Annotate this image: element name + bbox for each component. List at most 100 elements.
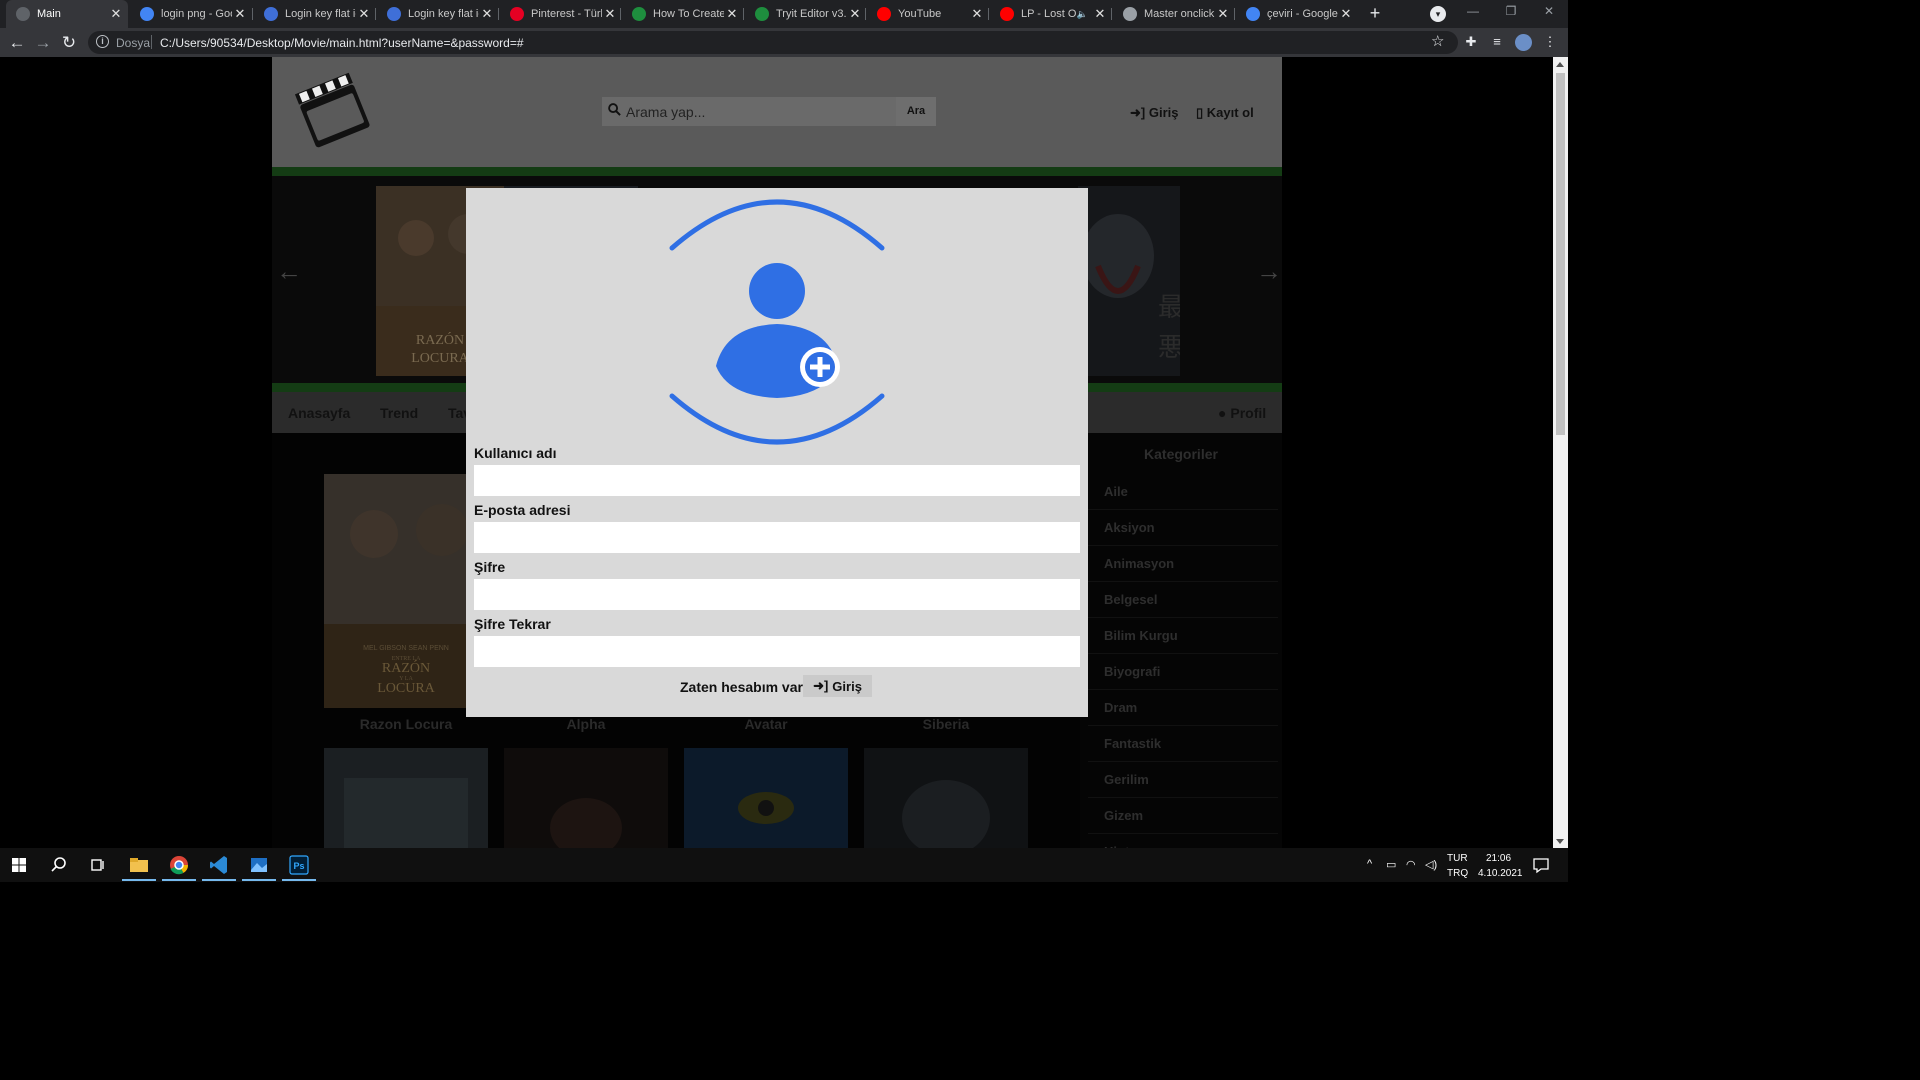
task-view-icon[interactable] [86,853,110,877]
movie-club-logo[interactable] [294,71,374,151]
poster-row2-avatar[interactable] [684,748,848,848]
back-icon[interactable]: ← [6,32,28,54]
browser-tab[interactable]: Login key flat ic ✕ [254,0,376,28]
category-item[interactable]: Animasyon [1104,556,1174,571]
browser-tab[interactable]: Pinterest - Türki ✕ [500,0,622,28]
close-tab-icon[interactable]: ✕ [108,6,124,22]
slider-next-arrow-icon[interactable]: → [1256,256,1282,287]
category-item[interactable]: Biyografi [1104,664,1160,679]
search-icon[interactable] [47,853,71,877]
header-login-link[interactable]: ➜] Giriş [1130,105,1178,121]
poster-title-razon-locura[interactable]: Razon Locura [324,716,488,732]
input-language[interactable]: TUR [1447,853,1468,864]
browser-tab-title: YouTube [898,8,942,20]
close-window-icon[interactable]: ✕ [1534,4,1564,22]
clock-date[interactable]: 4.10.2021 [1478,868,1523,879]
browser-tab[interactable]: Main ✕ [6,0,128,28]
poster-razon-locura[interactable]: MEL GIBSON SEAN PENN ENTRE LA RAZÓN Y LA… [324,474,488,708]
nav-home[interactable]: Anasayfa [288,405,350,421]
page-scrollbar[interactable] [1553,57,1568,848]
media-controls-icon[interactable]: ≡ [1488,33,1506,51]
vscode-icon[interactable] [207,853,231,877]
forward-icon[interactable]: → [32,32,54,54]
photoshop-running-indicator [282,879,316,881]
browser-tab-title: login png - Goo [161,8,232,20]
modal-login-button[interactable]: ➜] Giriş [803,675,872,697]
browser-tab[interactable]: Login key flat ic ✕ [377,0,499,28]
close-tab-icon[interactable]: ✕ [1092,6,1108,22]
close-tab-icon[interactable]: ✕ [1338,6,1354,22]
photos-icon[interactable] [247,853,271,877]
tray-chevron-icon[interactable]: ^ [1367,858,1372,870]
email-label: E-posta adresi [474,502,571,518]
category-item[interactable]: Belgesel [1104,592,1157,607]
poster-title-avatar[interactable]: Avatar [684,716,848,732]
volume-icon[interactable]: ◁) [1425,858,1437,871]
poster-heading-1: RAZÓN [382,659,430,676]
browser-tab[interactable]: YouTube ✕ [867,0,989,28]
category-item[interactable]: Gizem [1104,808,1143,823]
more-menu-icon[interactable]: ⋮ [1541,33,1559,51]
poster-row2-thor[interactable] [324,748,488,848]
close-tab-icon[interactable]: ✕ [1215,6,1231,22]
browser-tab[interactable]: LP - Lost Or 🔈 ✕ [990,0,1112,28]
battery-icon[interactable]: ▭ [1386,858,1396,871]
wifi-icon[interactable]: ◠ [1406,858,1416,871]
scroll-thumb[interactable] [1556,73,1565,435]
search-button[interactable]: Ara [896,97,936,126]
password-repeat-field[interactable] [474,636,1080,667]
notifications-icon[interactable] [1529,853,1553,877]
header-register-link[interactable]: ▯ Kayıt ol [1196,105,1254,121]
nav-trend[interactable]: Trend [380,405,418,421]
reload-icon[interactable]: ↻ [58,32,80,54]
browser-tab[interactable]: Tryit Editor v3.7 ✕ [745,0,867,28]
close-tab-icon[interactable]: ✕ [479,6,495,22]
poster-row2-venom[interactable] [864,748,1028,848]
scroll-down-icon[interactable] [1556,839,1564,844]
category-item[interactable]: Gerilim [1104,772,1149,787]
audio-playing-icon[interactable]: 🔈 [1077,9,1088,20]
windows-start-icon[interactable] [7,853,31,877]
category-item[interactable]: Bilim Kurgu [1104,628,1178,643]
browser-tab[interactable]: çeviri - Google' ✕ [1236,0,1358,28]
password-field[interactable] [474,579,1080,610]
close-tab-icon[interactable]: ✕ [847,6,863,22]
photoshop-icon[interactable]: Ps [287,853,311,877]
search-input[interactable] [626,97,892,126]
tab-search-icon[interactable]: ▾ [1430,6,1446,22]
poster-title-alpha[interactable]: Alpha [504,716,668,732]
browser-tab[interactable]: Master onclick J ✕ [1113,0,1235,28]
category-item[interactable]: Fantastik [1104,736,1161,751]
category-item[interactable]: Aksiyon [1104,520,1155,535]
username-field[interactable] [474,465,1080,496]
info-icon[interactable]: i [96,35,109,48]
category-item[interactable]: Aile [1104,484,1128,499]
bookmark-star-icon[interactable]: ☆ [1431,32,1444,50]
file-explorer-icon[interactable] [127,853,151,877]
close-tab-icon[interactable]: ✕ [969,6,985,22]
close-tab-icon[interactable]: ✕ [602,6,618,22]
browser-tab[interactable]: How To Create a✕ [622,0,744,28]
close-tab-icon[interactable]: ✕ [356,6,372,22]
poster-row2-us[interactable] [504,748,668,848]
keyboard-layout[interactable]: TRQ [1447,868,1468,879]
clock-time[interactable]: 21:06 [1486,853,1511,864]
slide-poster-venom[interactable]: 最 悪 [1078,186,1180,376]
minimize-icon[interactable]: — [1458,4,1488,22]
browser-tab[interactable]: login png - Goo ✕ [130,0,252,28]
slider-prev-arrow-icon[interactable]: ← [276,256,302,287]
extensions-puzzle-icon[interactable]: ✚ [1462,33,1480,51]
poster-heading-2: LOCURA [377,681,435,696]
email-field[interactable] [474,522,1080,553]
poster-title-siberia[interactable]: Siberia [864,716,1028,732]
category-item[interactable]: Dram [1104,700,1137,715]
nav-profile[interactable]: ● Profil [1218,405,1266,421]
restore-icon[interactable]: ❐ [1496,4,1526,22]
close-tab-icon[interactable]: ✕ [724,6,740,22]
profile-avatar[interactable] [1515,34,1532,51]
close-tab-icon[interactable]: ✕ [232,6,248,22]
chrome-icon[interactable] [167,853,191,877]
scroll-up-icon[interactable] [1556,62,1564,67]
new-tab-button[interactable]: + [1364,3,1386,25]
omnibox-url[interactable]: C:/Users/90534/Desktop/Movie/main.html?u… [160,36,524,50]
